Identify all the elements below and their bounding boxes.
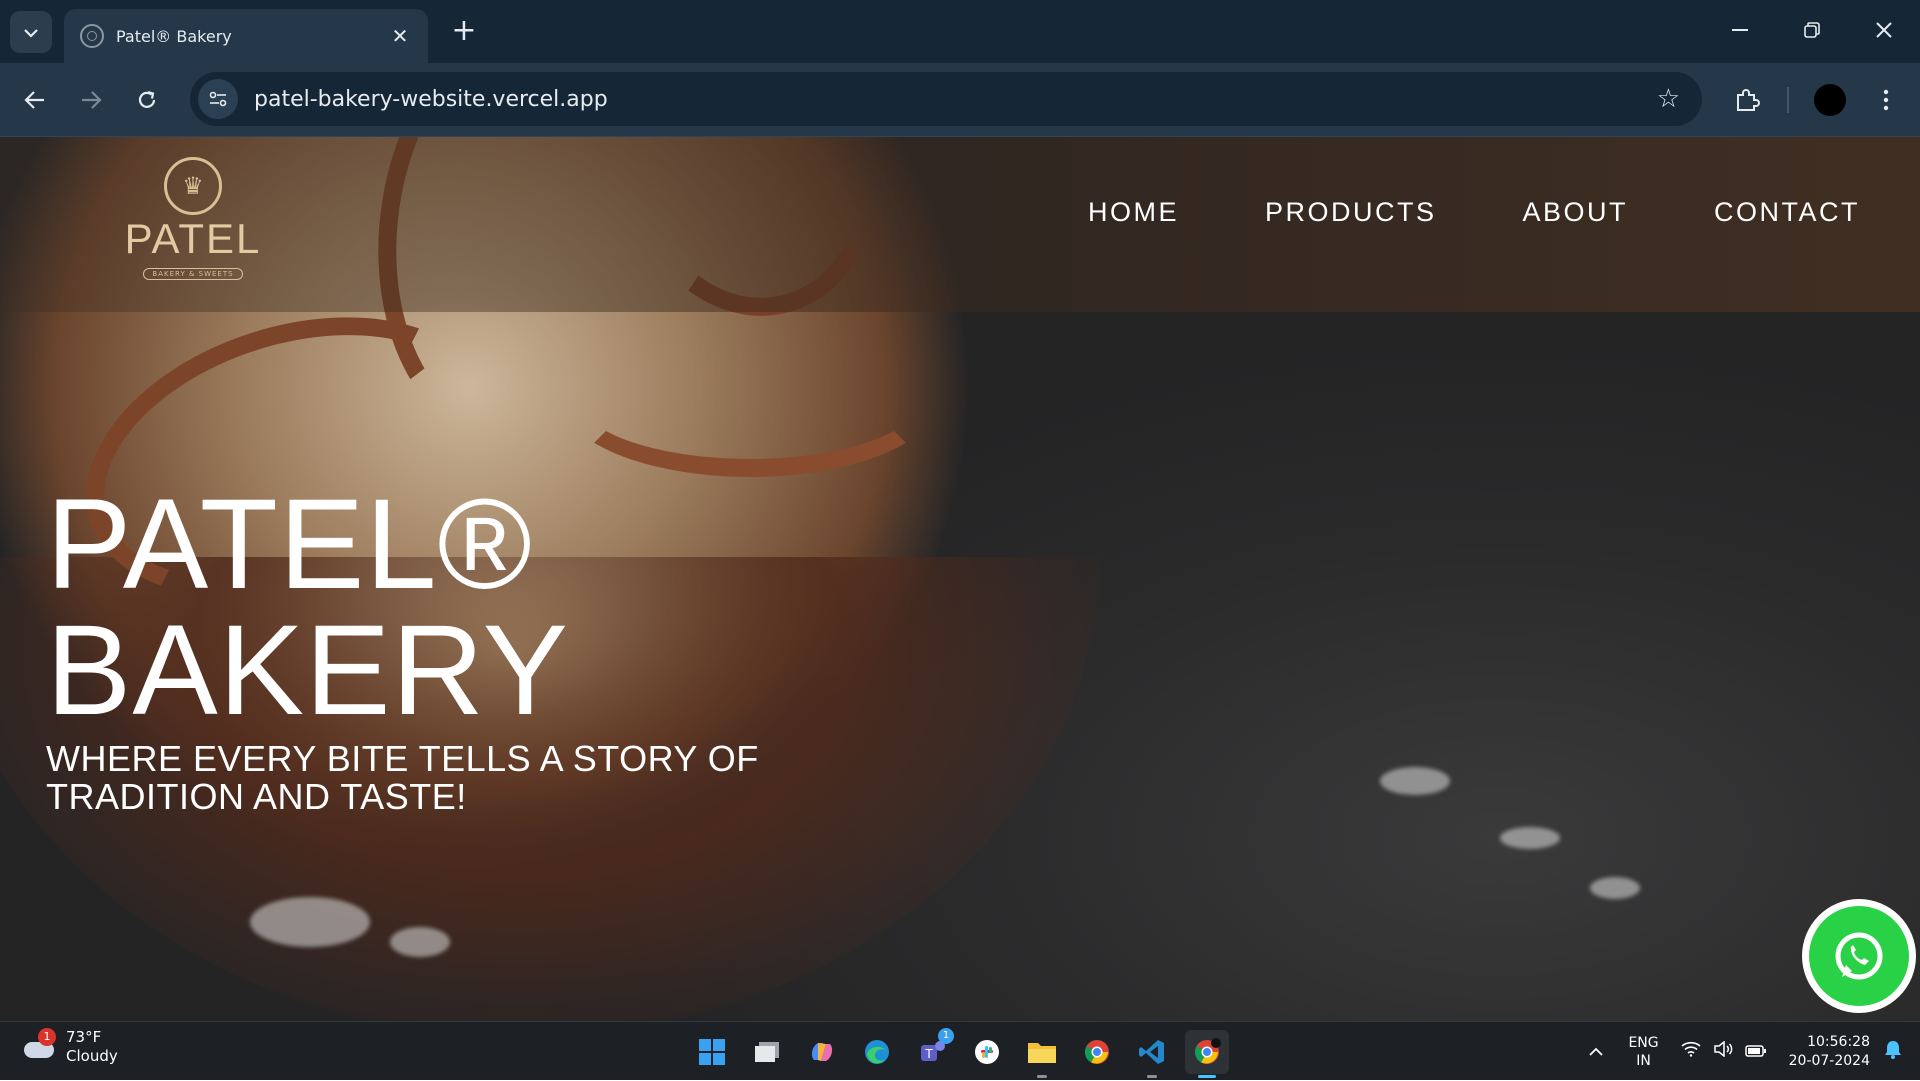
windows-start-icon[interactable] (690, 1030, 734, 1074)
flour-dust (1590, 877, 1640, 899)
close-tab-icon[interactable]: ✕ (388, 24, 412, 48)
site-info-icon[interactable] (198, 79, 238, 119)
edge-browser-icon[interactable] (855, 1030, 899, 1074)
toolbar-divider (1787, 87, 1789, 113)
browser-tab-active[interactable]: Patel® Bakery ✕ (64, 9, 428, 63)
flour-dust (390, 927, 450, 957)
file-explorer-icon[interactable] (1020, 1030, 1064, 1078)
cloud-weather-icon: 1 (22, 1028, 56, 1060)
language-indicator[interactable]: ENG IN (1628, 1034, 1658, 1070)
browser-tab-bar: Patel® Bakery ✕ + (0, 0, 1920, 63)
browser-toolbar: patel-bakery-website.vercel.app ☆ (0, 63, 1920, 137)
bookmark-star-icon[interactable]: ☆ (1657, 84, 1680, 114)
system-tray: ENG IN 10:56:28 20-07-2024 (1588, 1022, 1920, 1081)
profile-avatar[interactable] (1814, 84, 1846, 116)
url-text[interactable]: patel-bakery-website.vercel.app (254, 87, 1657, 112)
copilot-icon[interactable] (800, 1030, 844, 1074)
main-nav: HOME PRODUCTS ABOUT CONTACT (1002, 197, 1860, 228)
wifi-icon (1681, 1041, 1701, 1062)
bread-score-mark (560, 317, 940, 477)
slack-icon[interactable] (965, 1030, 1009, 1074)
lang-line1: ENG (1628, 1034, 1659, 1051)
running-indicator (1037, 1075, 1047, 1078)
restore-icon[interactable] (1784, 10, 1840, 50)
site-header: ♛ PATEL BAKERY & SWEETS HOME PRODUCTS AB… (0, 137, 1920, 312)
hero-subtitle: WHERE EVERY BITE TELLS A STORY OF TRADIT… (46, 738, 759, 817)
clock-date: 20-07-2024 (1788, 1052, 1870, 1069)
chrome-icon[interactable] (1075, 1030, 1119, 1074)
chef-hat-emblem-icon: ♛ (164, 157, 222, 215)
logo-tagline: BAKERY & SWEETS (143, 268, 243, 280)
taskbar-apps: T 1 (690, 1028, 1240, 1078)
quick-settings[interactable] (1681, 1040, 1767, 1062)
task-view-icon[interactable] (745, 1030, 789, 1074)
page-viewport: ♛ PATEL BAKERY & SWEETS HOME PRODUCTS AB… (0, 137, 1920, 1021)
clock[interactable]: 10:56:28 20-07-2024 (1789, 1033, 1870, 1071)
close-window-icon[interactable] (1856, 10, 1912, 50)
notification-bell-icon[interactable] (1884, 1039, 1908, 1064)
lang-line2: IN (1636, 1052, 1651, 1069)
reload-icon[interactable] (126, 79, 168, 121)
hero-title-line: BAKERY (46, 599, 569, 742)
show-hidden-icons-chevron-icon[interactable] (1588, 1041, 1604, 1062)
flour-dust (1500, 827, 1560, 849)
tab-title: Patel® Bakery (116, 26, 232, 46)
clock-time: 10:56:28 (1807, 1033, 1870, 1050)
volume-icon (1713, 1040, 1733, 1062)
nav-home-link[interactable]: HOME (1088, 197, 1179, 228)
svg-text:T: T (924, 1047, 933, 1061)
site-favicon-icon (80, 24, 104, 48)
address-bar[interactable]: patel-bakery-website.vercel.app ☆ (190, 72, 1702, 126)
windows-taskbar: 1 73°F Cloudy T 1 ENG IN 10:56:28 20-07-… (0, 1021, 1920, 1080)
hero-title-line: PATEL® (46, 473, 533, 616)
kebab-menu-icon[interactable] (1870, 79, 1902, 121)
hero-title: PATEL® BAKERY (46, 473, 569, 742)
weather-temp: 73°F (66, 1028, 102, 1046)
running-indicator (1198, 1075, 1216, 1078)
minimize-icon[interactable] (1712, 10, 1768, 50)
weather-widget[interactable]: 1 73°F Cloudy (22, 1028, 118, 1066)
whatsapp-chat-button[interactable] (1802, 899, 1916, 1013)
site-logo[interactable]: ♛ PATEL BAKERY & SWEETS (108, 157, 278, 297)
back-arrow-icon[interactable] (14, 79, 56, 121)
new-tab-button[interactable]: + (446, 14, 482, 50)
vscode-icon[interactable] (1130, 1030, 1174, 1078)
weather-desc: Cloudy (66, 1047, 118, 1065)
tab-search-button[interactable] (10, 11, 52, 53)
weather-badge: 1 (38, 1028, 56, 1046)
logo-text: PATEL (124, 215, 262, 262)
forward-arrow-icon[interactable] (70, 79, 112, 121)
running-indicator (1147, 1075, 1157, 1078)
nav-contact-link[interactable]: CONTACT (1714, 197, 1860, 228)
extensions-puzzle-icon[interactable] (1726, 79, 1768, 121)
flour-dust (1380, 767, 1450, 795)
flour-dust (250, 897, 370, 947)
whatsapp-icon (1809, 906, 1909, 1006)
chrome-profile-icon[interactable] (1185, 1030, 1229, 1078)
battery-icon (1744, 1042, 1767, 1062)
teams-icon[interactable]: T 1 (910, 1028, 954, 1074)
teams-badge: 1 (938, 1028, 954, 1044)
nav-products-link[interactable]: PRODUCTS (1265, 197, 1437, 228)
nav-about-link[interactable]: ABOUT (1522, 197, 1628, 228)
chevron-down-icon (23, 23, 39, 42)
